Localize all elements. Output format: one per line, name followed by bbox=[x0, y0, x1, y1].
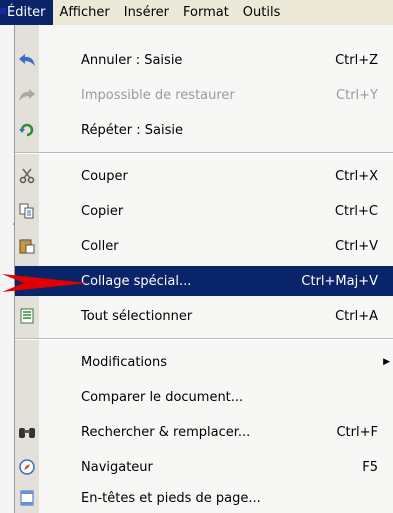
menu-item-shortcut: Ctrl+F bbox=[336, 424, 378, 440]
menu-item-compare-document[interactable]: Comparer le document... bbox=[15, 382, 393, 412]
menu-item-find-replace[interactable]: Rechercher & remplacer... Ctrl+F bbox=[15, 417, 393, 447]
menubar: Éditer Afficher Insérer Format Outils bbox=[0, 0, 393, 25]
redo-icon bbox=[15, 80, 39, 110]
header-footer-icon bbox=[15, 483, 39, 513]
menu-item-label: Annuler : Saisie bbox=[81, 52, 183, 68]
page-margin bbox=[0, 0, 14, 513]
callout-start-marker bbox=[0, 8, 6, 14]
menu-separator-highlight bbox=[15, 153, 393, 154]
menu-format[interactable]: Format bbox=[176, 0, 236, 25]
menu-item-shortcut: Ctrl+X bbox=[335, 168, 378, 184]
menu-item-label: En-têtes et pieds de page... bbox=[81, 490, 261, 506]
binoculars-icon bbox=[15, 417, 39, 447]
menu-item-label: Rechercher & remplacer... bbox=[81, 424, 251, 440]
menu-item-select-all[interactable]: Tout sélectionner Ctrl+A bbox=[15, 301, 393, 331]
menu-item-label: Navigateur bbox=[81, 459, 153, 475]
menu-item-label: Modifications bbox=[81, 354, 168, 370]
menu-item-undo[interactable]: Annuler : Saisie Ctrl+Z bbox=[15, 45, 393, 75]
menu-item-shortcut: Ctrl+Maj+V bbox=[301, 273, 378, 289]
menu-item-shortcut: Ctrl+A bbox=[335, 308, 378, 324]
menu-item-repeat[interactable]: Répéter : Saisie bbox=[15, 115, 393, 145]
repeat-icon bbox=[15, 115, 39, 145]
paste-icon bbox=[15, 231, 39, 261]
menu-insert[interactable]: Insérer bbox=[117, 0, 176, 25]
menu-item-label: Collage spécial... bbox=[81, 273, 192, 289]
submenu-arrow-icon: ▶ bbox=[383, 357, 390, 367]
copy-icon bbox=[15, 196, 39, 226]
menu-item-copy[interactable]: Copier Ctrl+C bbox=[15, 196, 393, 226]
menu-item-label: Répéter : Saisie bbox=[81, 122, 183, 138]
menu-item-shortcut: F5 bbox=[362, 459, 378, 475]
red-arrow-pointer-icon bbox=[2, 274, 88, 292]
menu-item-label: Tout sélectionner bbox=[81, 308, 193, 324]
menu-item-changes[interactable]: Modifications ▶ bbox=[15, 347, 393, 377]
compass-icon bbox=[15, 452, 39, 482]
menu-item-label: Copier bbox=[81, 203, 124, 219]
menu-tools[interactable]: Outils bbox=[236, 0, 288, 25]
menu-item-paste[interactable]: Coller Ctrl+V bbox=[15, 231, 393, 261]
menu-item-shortcut: Ctrl+Y bbox=[336, 87, 378, 103]
undo-icon bbox=[15, 45, 39, 75]
select-all-icon bbox=[15, 301, 39, 331]
menu-view[interactable]: Afficher bbox=[53, 0, 117, 25]
menu-item-label: Couper bbox=[81, 168, 128, 184]
menu-item-shortcut: Ctrl+V bbox=[335, 238, 378, 254]
menu-item-headers-footers[interactable]: En-têtes et pieds de page... bbox=[15, 483, 393, 513]
menu-item-shortcut: Ctrl+C bbox=[334, 203, 378, 219]
menu-item-label: Comparer le document... bbox=[81, 389, 244, 405]
menu-item-shortcut: Ctrl+Z bbox=[335, 52, 378, 68]
menu-item-label: Coller bbox=[81, 238, 119, 254]
menu-item-redo[interactable]: Impossible de restaurer Ctrl+Y bbox=[15, 80, 393, 110]
scissors-icon bbox=[15, 161, 39, 191]
menu-item-cut[interactable]: Couper Ctrl+X bbox=[15, 161, 393, 191]
menu-item-navigator[interactable]: Navigateur F5 bbox=[15, 452, 393, 482]
menu-edit[interactable]: Éditer bbox=[0, 0, 53, 25]
menu-separator-highlight bbox=[15, 339, 393, 340]
menu-item-label: Impossible de restaurer bbox=[81, 87, 235, 103]
